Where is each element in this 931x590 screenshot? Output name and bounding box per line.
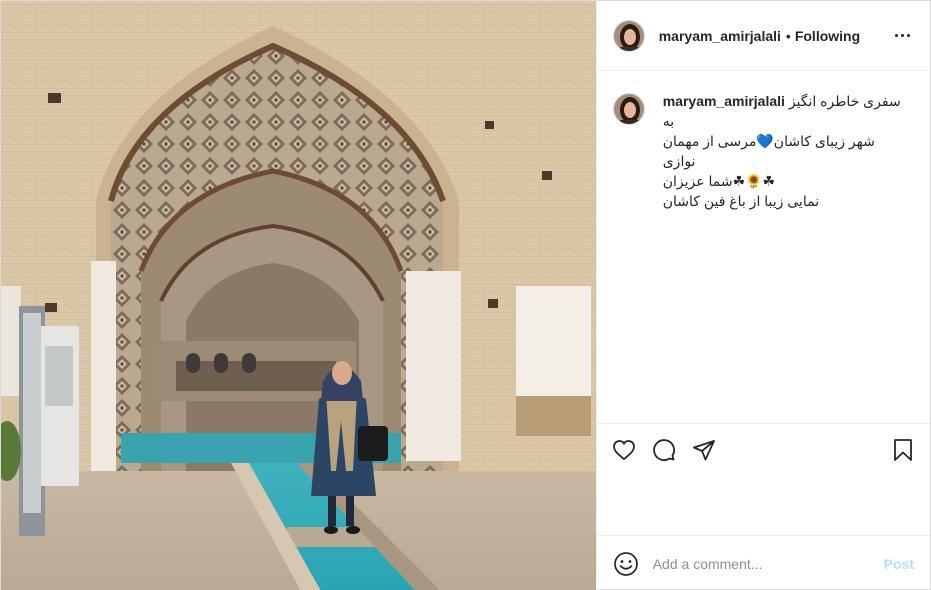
comment-icon[interactable]: [651, 437, 677, 463]
more-options-icon[interactable]: [890, 24, 914, 48]
separator-dot: •: [785, 27, 791, 44]
action-bar: [596, 423, 930, 475]
caption-line-4: نمایی زیبا از باغ فین کاشان: [662, 193, 820, 209]
likes-area: [597, 475, 930, 535]
post-photo[interactable]: [1, 1, 596, 590]
caption: maryam_amirjalali سفری خاطره انگیز به شه…: [612, 91, 914, 211]
add-comment-bar: Post: [596, 535, 930, 590]
post-side-panel: maryam_amirjalali • Following maryam_ami…: [595, 1, 930, 590]
following-button[interactable]: Following: [795, 28, 860, 44]
photo-illustration: [1, 1, 596, 590]
comment-input[interactable]: [652, 555, 884, 572]
instagram-post: maryam_amirjalali • Following maryam_ami…: [0, 0, 931, 590]
header-username[interactable]: maryam_amirjalali: [659, 28, 781, 44]
share-icon[interactable]: [691, 437, 717, 463]
caption-line-3: ☘🌻☘شما عزیزان: [662, 173, 776, 189]
post-header: maryam_amirjalali • Following: [596, 1, 930, 71]
comments-area: maryam_amirjalali سفری خاطره انگیز به شه…: [597, 71, 930, 423]
caption-line-2: شهر زیبای کاشان💙مرسی از مهمان نوازی: [662, 133, 875, 169]
caption-avatar[interactable]: [612, 93, 645, 125]
caption-username[interactable]: maryam_amirjalali: [663, 93, 785, 109]
caption-text: maryam_amirjalali سفری خاطره انگیز به شه…: [663, 91, 901, 211]
emoji-icon[interactable]: [613, 551, 639, 577]
bookmark-icon[interactable]: [890, 437, 916, 463]
avatar[interactable]: [612, 19, 645, 52]
post-button[interactable]: Post: [884, 556, 914, 572]
heart-icon[interactable]: [611, 437, 637, 463]
caption-first-line: maryam_amirjalali سفری خاطره انگیز به: [663, 91, 901, 131]
